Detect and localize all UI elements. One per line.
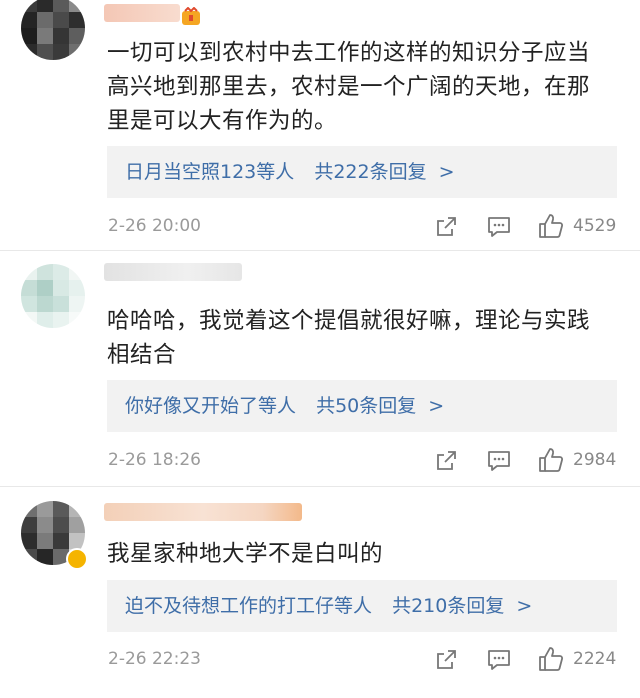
thumbs-up-icon[interactable] <box>537 212 565 240</box>
share-icon[interactable] <box>434 648 458 672</box>
replies-summary[interactable]: 你好像又开始了等人 共50条回复 > <box>107 380 617 432</box>
username-blurred[interactable] <box>104 503 302 521</box>
verified-badge-icon <box>66 548 88 570</box>
comment-icon[interactable] <box>486 648 512 672</box>
reply-count: 共210条回复 <box>392 595 505 617</box>
comment-icon[interactable] <box>486 215 512 239</box>
comment-time: 2-26 18:26 <box>108 450 201 470</box>
like-count: 2984 <box>573 450 617 470</box>
comment-time: 2-26 20:00 <box>108 216 201 236</box>
username-blurred[interactable] <box>104 263 242 281</box>
reply-count: 共50条回复 <box>316 395 417 417</box>
comment-icon[interactable] <box>486 449 512 473</box>
comment-text: 我星家种地大学不是白叫的 <box>107 541 384 567</box>
username-blurred[interactable] <box>104 4 180 22</box>
chevron-right-icon: > <box>428 395 445 417</box>
comment-item: 我星家种地大学不是白叫的 迫不及待想工作的打工仔等人 共210条回复 > 2-2… <box>0 487 640 698</box>
chevron-right-icon: > <box>438 161 455 183</box>
comment-item: 哈哈哈，我觉着这个提倡就很好嘛，理论与实践 相结合 你好像又开始了等人 共50条… <box>0 251 640 487</box>
share-icon[interactable] <box>434 215 458 239</box>
replies-summary[interactable]: 迫不及待想工作的打工仔等人 共210条回复 > <box>107 580 617 632</box>
reply-users: 日月当空照123等人 <box>125 161 295 183</box>
comment-text: 一切可以到农村中去工作的这样的知识分子应当 高兴地到那里去，农村是一个广阔的天地… <box>107 40 591 134</box>
replies-summary[interactable]: 日月当空照123等人 共222条回复 > <box>107 146 617 198</box>
reply-count: 共222条回复 <box>314 161 427 183</box>
avatar[interactable] <box>21 264 85 328</box>
reply-users: 迫不及待想工作的打工仔等人 <box>125 595 373 617</box>
avatar[interactable] <box>21 0 85 60</box>
vip-badge-icon <box>181 6 201 27</box>
thumbs-up-icon[interactable] <box>537 446 565 474</box>
comment-text: 哈哈哈，我觉着这个提倡就很好嘛，理论与实践 相结合 <box>107 308 591 368</box>
thumbs-up-icon[interactable] <box>537 645 565 673</box>
comment-item: 一切可以到农村中去工作的这样的知识分子应当 高兴地到那里去，农村是一个广阔的天地… <box>0 0 640 248</box>
comment-time: 2-26 22:23 <box>108 649 201 669</box>
like-count: 2224 <box>573 649 617 669</box>
chevron-right-icon: > <box>516 595 533 617</box>
share-icon[interactable] <box>434 449 458 473</box>
like-count: 4529 <box>573 216 617 236</box>
reply-users: 你好像又开始了等人 <box>125 395 297 417</box>
